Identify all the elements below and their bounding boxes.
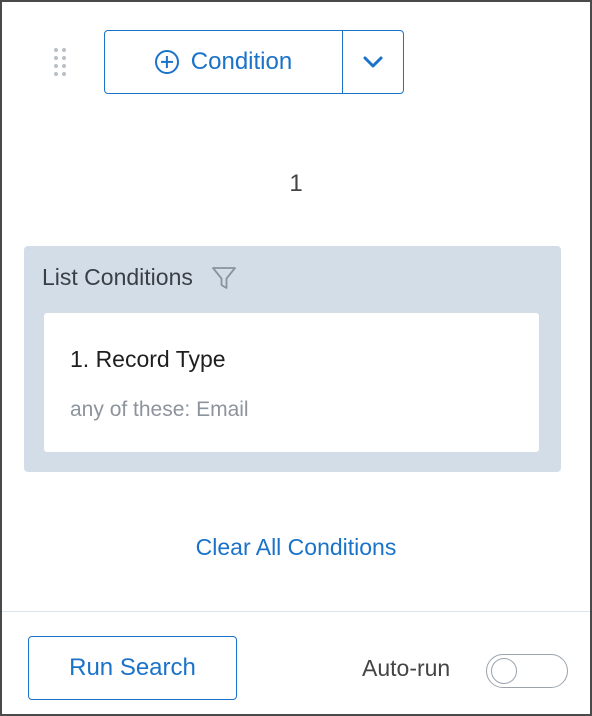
list-conditions-title: List Conditions [42, 264, 193, 290]
condition-split-button: Condition [104, 30, 404, 94]
condition-dropdown-button[interactable] [342, 31, 403, 93]
add-condition-label: Condition [190, 48, 293, 75]
condition-summary: any of these: Email [70, 398, 249, 421]
chevron-down-icon [363, 56, 383, 68]
add-condition-button[interactable]: Condition [105, 31, 342, 93]
list-conditions-header: List Conditions [42, 264, 237, 291]
toggle-knob [491, 658, 517, 684]
auto-run-toggle[interactable] [486, 654, 568, 688]
filter-icon[interactable] [211, 265, 237, 291]
condition-count: 1 [289, 170, 303, 197]
plus-circle-icon [154, 50, 179, 74]
list-conditions-section: List Conditions 1. Record Type any of th… [24, 246, 561, 472]
footer-divider [2, 611, 590, 612]
clear-all-conditions-link[interactable]: Clear All Conditions [2, 534, 590, 561]
run-search-button[interactable]: Run Search [28, 636, 237, 700]
condition-card[interactable]: 1. Record Type any of these: Email [44, 313, 539, 452]
conditions-panel: Condition 1 List Conditions 1. Record Ty… [0, 0, 592, 716]
drag-handle-icon[interactable] [54, 48, 68, 78]
auto-run-label: Auto-run [362, 655, 451, 681]
condition-title: 1. Record Type [70, 346, 226, 372]
